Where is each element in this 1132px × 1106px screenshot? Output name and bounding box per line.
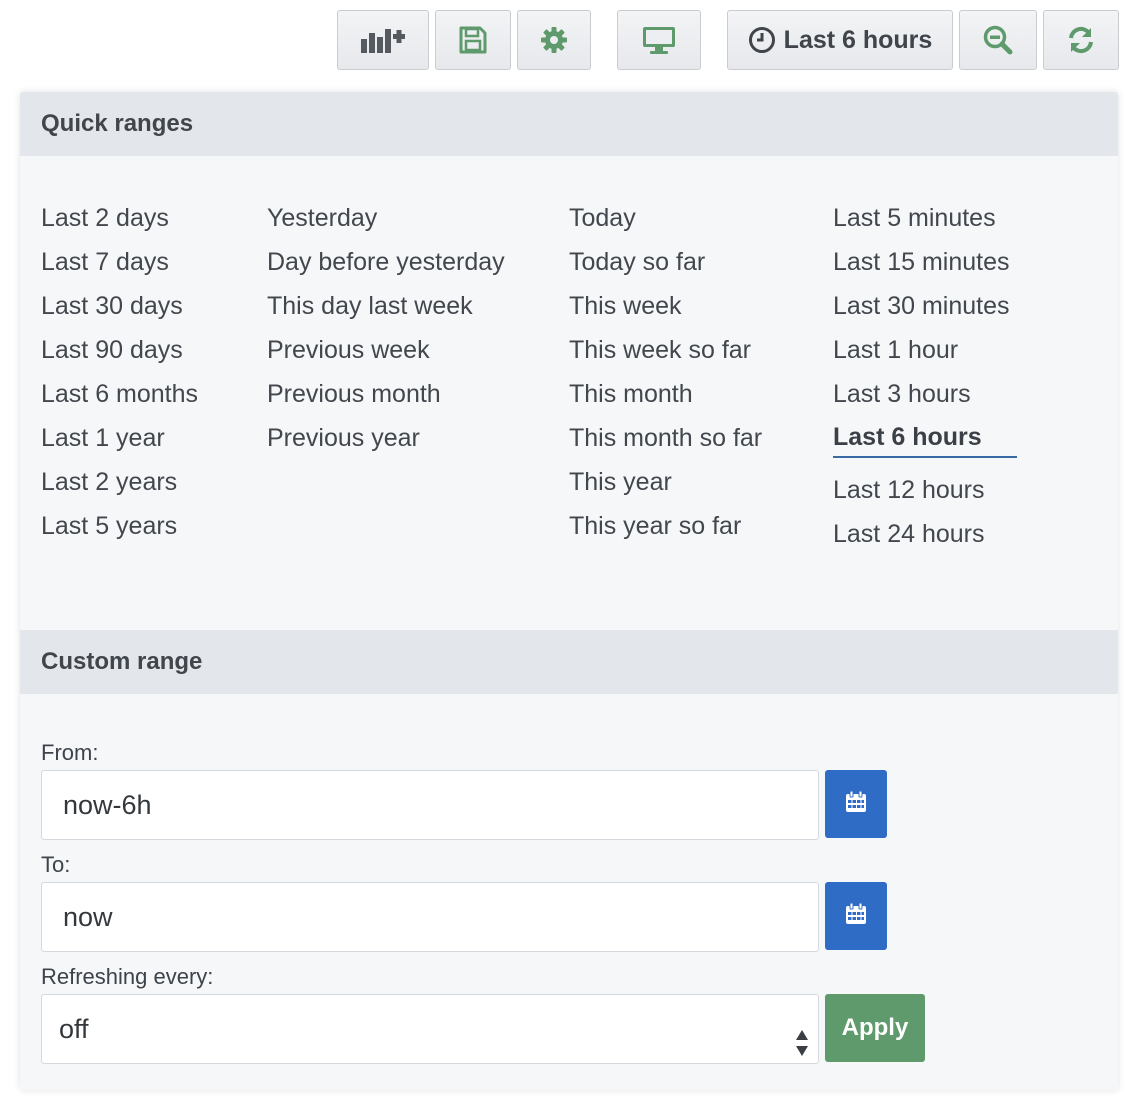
quick-ranges-heading: Quick ranges xyxy=(20,92,1118,156)
quick-range-item[interactable]: Day before yesterday xyxy=(267,240,505,284)
quick-range-item[interactable]: This year so far xyxy=(569,504,762,548)
quick-range-item[interactable]: Previous week xyxy=(267,328,505,372)
quick-ranges-column-1: Last 2 days Last 7 days Last 30 days Last 9… xyxy=(41,196,198,548)
calendar-icon xyxy=(844,902,868,931)
quick-range-item[interactable]: Last 6 months xyxy=(41,372,198,416)
quick-ranges-column-2: Yesterday Day before yesterday This day la… xyxy=(267,196,505,460)
to-label: To: xyxy=(41,852,71,877)
add-panel-button[interactable] xyxy=(337,10,429,70)
zoom-out-button[interactable] xyxy=(959,10,1037,70)
quick-range-item[interactable]: Last 90 days xyxy=(41,328,198,372)
settings-button[interactable] xyxy=(517,10,591,70)
quick-range-item[interactable]: Last 5 minutes xyxy=(833,196,1017,240)
quick-range-item[interactable]: Last 2 days xyxy=(41,196,198,240)
bar-chart-plus-icon xyxy=(359,25,407,55)
quick-range-item[interactable]: Last 12 hours xyxy=(833,468,1017,512)
clock-icon xyxy=(748,26,776,54)
to-calendar-button[interactable] xyxy=(825,882,887,950)
from-input[interactable]: now-6h xyxy=(41,770,819,840)
quick-range-item[interactable]: This day last week xyxy=(267,284,505,328)
zoom-out-icon xyxy=(982,24,1014,56)
quick-ranges-column-4: Last 5 minutes Last 15 minutes Last 30 min… xyxy=(833,196,1017,556)
floppy-disk-icon xyxy=(458,25,488,55)
quick-range-item[interactable]: Last 30 days xyxy=(41,284,198,328)
quick-range-item[interactable]: This week so far xyxy=(569,328,762,372)
apply-button[interactable]: Apply xyxy=(825,994,925,1062)
quick-range-item[interactable]: This year xyxy=(569,460,762,504)
time-picker-label: Last 6 hours xyxy=(783,25,933,54)
quick-range-item[interactable]: Last 15 minutes xyxy=(833,240,1017,284)
calendar-icon xyxy=(844,790,868,819)
from-label: From: xyxy=(41,740,99,765)
dashboard-toolbar: Last 6 hours xyxy=(0,0,1132,80)
quick-ranges-column-3: Today Today so far This week This week so f… xyxy=(569,196,762,548)
gear-icon xyxy=(539,25,569,55)
quick-range-item[interactable]: This week xyxy=(569,284,762,328)
time-range-panel: Quick ranges Last 2 days Last 7 days Last … xyxy=(20,92,1118,1090)
quick-range-item[interactable]: Yesterday xyxy=(267,196,505,240)
save-dashboard-button[interactable] xyxy=(435,10,511,70)
quick-range-item[interactable]: Previous month xyxy=(267,372,505,416)
to-input[interactable]: now xyxy=(41,882,819,952)
quick-range-item[interactable]: Last 1 hour xyxy=(833,328,1017,372)
quick-range-item[interactable]: Last 1 year xyxy=(41,416,198,460)
quick-range-item[interactable]: Last 5 years xyxy=(41,504,198,548)
refresh-interval-value: off xyxy=(59,1014,89,1044)
custom-range-heading: Custom range xyxy=(20,630,1118,694)
select-arrows-icon xyxy=(794,1015,810,1056)
monitor-icon xyxy=(641,25,677,55)
quick-range-item[interactable]: Today so far xyxy=(569,240,762,284)
time-picker-button[interactable]: Last 6 hours xyxy=(727,10,953,70)
quick-range-item-selected[interactable]: Last 6 hours xyxy=(833,416,1017,458)
quick-range-item[interactable]: Today xyxy=(569,196,762,240)
refresh-interval-select[interactable]: off xyxy=(41,994,819,1064)
view-mode-button[interactable] xyxy=(617,10,701,70)
quick-range-item[interactable]: Last 2 years xyxy=(41,460,198,504)
quick-range-item[interactable]: Previous year xyxy=(267,416,505,460)
quick-range-item[interactable]: This month xyxy=(569,372,762,416)
refresh-button[interactable] xyxy=(1043,10,1119,70)
quick-range-item[interactable]: Last 30 minutes xyxy=(833,284,1017,328)
quick-range-item[interactable]: Last 3 hours xyxy=(833,372,1017,416)
quick-range-item[interactable]: Last 7 days xyxy=(41,240,198,284)
quick-range-item[interactable]: Last 24 hours xyxy=(833,512,1017,556)
refresh-interval-label: Refreshing every: xyxy=(41,964,214,989)
from-calendar-button[interactable] xyxy=(825,770,887,838)
refresh-icon xyxy=(1065,24,1097,56)
quick-range-item[interactable]: This month so far xyxy=(569,416,762,460)
